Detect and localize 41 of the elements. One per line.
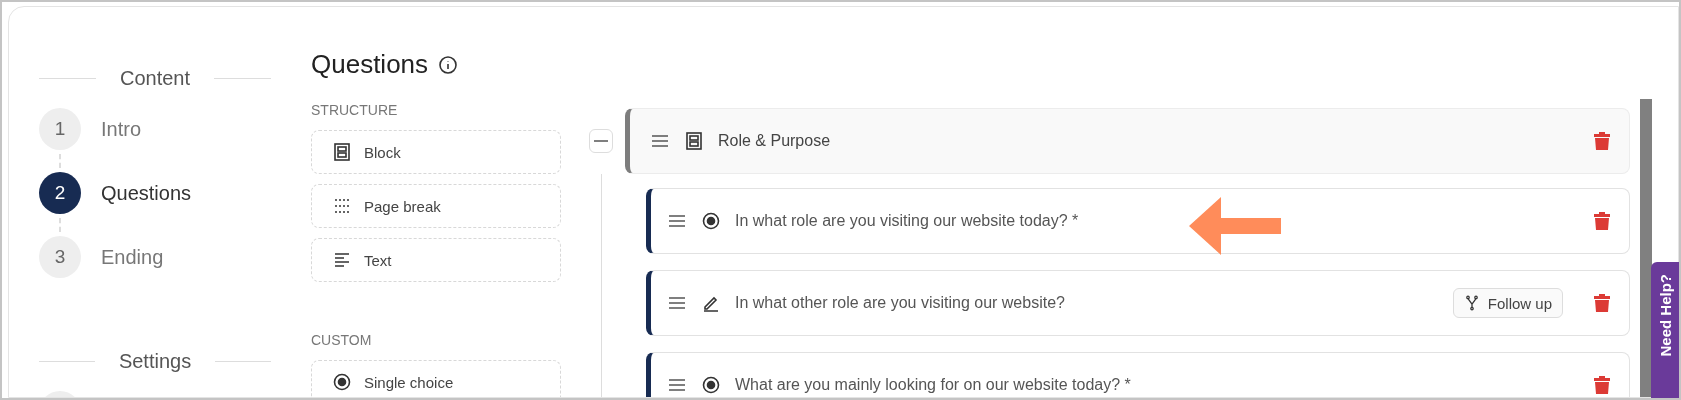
panel-title: Questions	[311, 49, 429, 80]
element-tile[interactable]: Text	[311, 238, 561, 282]
delete-button[interactable]	[1593, 293, 1611, 313]
question-text: In what role are you visiting our website today? *	[735, 212, 1080, 230]
element-tile[interactable]: Page break	[311, 184, 561, 228]
follow-up-button[interactable]: Follow up	[1452, 288, 1563, 318]
step-label[interactable]: Questions	[101, 181, 192, 205]
delete-button[interactable]	[1593, 375, 1611, 395]
block-icon	[332, 142, 352, 162]
radio-icon	[701, 211, 721, 231]
help-tab[interactable]: Need Help?	[1651, 262, 1679, 398]
section-title: Settings	[118, 350, 192, 373]
element-tile[interactable]: Block	[311, 130, 561, 174]
delete-button[interactable]	[1593, 211, 1611, 231]
block-card[interactable]: Role & Purpose	[625, 108, 1630, 174]
question-card[interactable]: What are you mainly looking for on our website today? *	[646, 352, 1630, 397]
question-card[interactable]: In what other role are you visiting our website? Follow up	[646, 270, 1630, 336]
step-number[interactable]: 1	[39, 108, 81, 150]
step-label[interactable]: Intro	[101, 117, 142, 141]
question-card[interactable]: In what role are you visiting our website today? *	[646, 188, 1630, 254]
block-icon	[684, 131, 704, 151]
minus-icon	[593, 140, 609, 142]
collapse-button[interactable]	[589, 129, 613, 153]
block-title: Role & Purpose	[718, 132, 832, 150]
section-title: Content	[119, 67, 191, 90]
radio-icon	[701, 375, 721, 395]
text-lines-icon	[332, 250, 352, 270]
radio-icon	[332, 372, 352, 392]
scrollbar-thumb[interactable]	[1640, 99, 1652, 397]
question-text: What are you mainly looking for on our website today? *	[735, 376, 1132, 394]
question-text: In what other role are you visiting our website?	[735, 294, 1066, 312]
group-heading: STRUCTURE	[311, 102, 399, 118]
step-number[interactable]: 2	[39, 172, 81, 214]
element-tile[interactable]: Single choice	[311, 360, 561, 397]
info-icon[interactable]	[438, 54, 459, 75]
branch-icon	[1463, 295, 1480, 311]
step-label[interactable]: Ending	[101, 245, 164, 269]
delete-button[interactable]	[1593, 131, 1611, 151]
step-number[interactable]: 3	[39, 236, 81, 278]
group-heading: CUSTOM	[311, 332, 373, 348]
page-break-icon	[332, 196, 352, 216]
